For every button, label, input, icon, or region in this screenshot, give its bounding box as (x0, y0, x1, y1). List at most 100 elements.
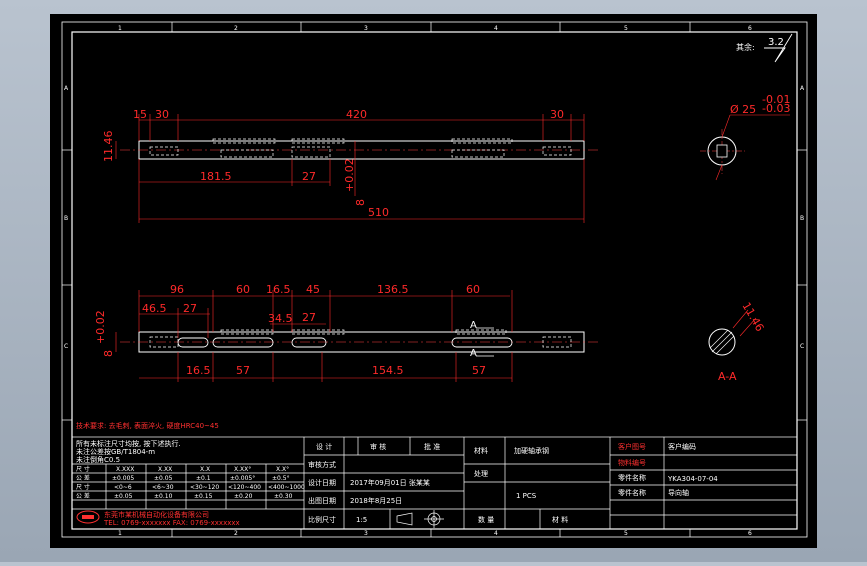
dim-bot-46-5: 46.5 (142, 302, 167, 315)
zone-col-5-top: 5 (624, 25, 628, 32)
dim-bot-27-left: 27 (183, 302, 197, 315)
right-label-1: 物料编号 (618, 458, 646, 467)
dim-top-30-left: 30 (155, 108, 169, 121)
part-number: YKA304-07-04 (667, 475, 718, 483)
scale-value: 1:5 (356, 516, 367, 524)
qty-material-label: 材 料 (552, 515, 568, 524)
dim-top-181-5: 181.5 (200, 170, 232, 183)
tol-r1-5: ±0.5° (272, 475, 290, 482)
cad-viewer: 1 2 3 4 5 6 1 2 3 4 5 6 A B C A B C 其余: … (0, 0, 867, 562)
tol-r1-3: ±0.1 (196, 475, 211, 482)
tol-r3-2: ±0.15 (194, 493, 213, 500)
tb-note-1: 所有未标注尺寸均按, 按下述执行. (76, 439, 181, 448)
qty-label: 数 量 (478, 515, 494, 524)
drawing-canvas: 1 2 3 4 5 6 1 2 3 4 5 6 A B C A B C 其余: … (50, 14, 817, 548)
section-mark-a-top: A (470, 320, 477, 331)
dim-top-420: 420 (346, 108, 367, 121)
dim-bot-16-5: 16.5 (186, 364, 211, 377)
tol-h-1: X.XXX (116, 466, 134, 473)
zone-col-6-top: 6 (748, 25, 752, 32)
material-label: 材料 (474, 446, 488, 455)
label-design-date: 设计日期 (308, 478, 336, 487)
sig-design: 设 计 (316, 442, 332, 451)
tol-r3-1: ±0.10 (154, 493, 173, 500)
zone-row-b-left: B (64, 215, 68, 222)
section-top-tol-lower: -0.03 (762, 102, 790, 115)
tol-r2-3: <120~400 (228, 484, 261, 491)
zone-row-c-left: C (64, 343, 68, 350)
tol-r3-3: ±0.20 (234, 493, 253, 500)
dim-bot-96: 96 (170, 283, 184, 296)
zone-col-4-top: 4 (494, 25, 498, 32)
right-label-0: 客户图号 (618, 442, 646, 451)
sig-review: 审 核 (370, 442, 386, 451)
tb-note-3: 未注倒角C0.5 (76, 455, 120, 464)
tol-r1-2: ±0.05 (154, 475, 173, 482)
tol-r2-0: <0~6 (114, 484, 132, 491)
section-top-diameter: Ø 25 (730, 103, 756, 116)
tol-r3-head: 公 差 (76, 492, 90, 500)
section-bottom-label: A-A (718, 370, 737, 383)
dim-bot-57-right: 57 (472, 364, 486, 377)
dim-top-tol: +0.02 (343, 158, 356, 192)
company-name: 东莞市某机械自动化设备有限公司 (104, 510, 209, 519)
dim-bot-60-right: 60 (466, 283, 480, 296)
tol-h-0: 尺 寸 (76, 465, 90, 473)
roughness-label: 其余: (736, 42, 755, 52)
dim-bot-45: 45 (306, 283, 320, 296)
dim-top-30-right: 30 (550, 108, 564, 121)
tol-r2-1: <6~30 (152, 484, 174, 491)
material-value: 加硬轴承钢 (514, 446, 549, 455)
dim-bot-136-5: 136.5 (377, 283, 409, 296)
zone-col-1-top: 1 (118, 25, 122, 32)
dim-top-510: 510 (368, 206, 389, 219)
zone-col-2-bottom: 2 (234, 530, 238, 537)
zone-row-c-right: C (800, 343, 804, 350)
tol-r3-0: ±0.05 (114, 493, 133, 500)
dim-bot-tol: +0.02 (94, 310, 107, 344)
tol-r1-1: ±0.005 (112, 475, 134, 482)
dim-bot-154-5: 154.5 (372, 364, 404, 377)
tol-r2-2: <30~120 (190, 484, 219, 491)
tol-r1-0: 公 差 (76, 474, 90, 482)
tb-note-2: 未注公差按GB/T1804-m (76, 447, 155, 456)
sig-approve: 批 准 (424, 442, 440, 451)
zone-col-3-top: 3 (364, 25, 368, 32)
label-print-date: 出图日期 (308, 496, 336, 505)
dim-bot-16-5-top: 16.5 (266, 283, 291, 296)
section-mark-a-bottom: A (470, 348, 477, 359)
design-date-value: 2017年09月01日 张某某 (350, 478, 430, 487)
tol-r3-4: ±0.30 (274, 493, 293, 500)
dim-bot-8: 8 (102, 350, 115, 357)
tol-r2-4: <400~1000 (268, 484, 305, 491)
right-value-0: 客户编码 (668, 442, 696, 451)
zone-col-3-bottom: 3 (364, 530, 368, 537)
tol-r2-head: 尺 寸 (76, 483, 90, 491)
tol-h-3: X.X (200, 466, 210, 473)
zone-col-6-bottom: 6 (748, 530, 752, 537)
zone-row-b-right: B (800, 215, 804, 222)
company-contact: TEL: 0769-xxxxxxx FAX: 0769-xxxxxxx (103, 519, 240, 527)
zone-col-4-bottom: 4 (494, 530, 498, 537)
zone-col-2-top: 2 (234, 25, 238, 32)
tech-note: 技术要求: 去毛刺, 表面淬火, 硬度HRC40~45 (76, 421, 219, 430)
zone-col-1-bottom: 1 (118, 530, 122, 537)
dim-top-left-11-46: 11.46 (102, 131, 115, 163)
qty-value: 1 PCS (516, 492, 537, 500)
zone-col-5-bottom: 5 (624, 530, 628, 537)
right-label-2: 零件名称 (618, 473, 646, 482)
dim-top-8: 8 (354, 199, 367, 206)
tol-h-4: X.XX° (234, 466, 251, 473)
right-label-3: 零件名称 (618, 488, 646, 497)
part-name: 导向轴 (668, 488, 689, 497)
dim-bot-34-5: 34.5 (268, 312, 293, 325)
dim-top-15: 15 (133, 108, 147, 121)
tol-r1-4: ±0.005° (230, 475, 255, 482)
dim-bot-27-inner: 27 (302, 311, 316, 324)
tol-h-5: X.X° (276, 466, 289, 473)
label-scale: 比例尺寸 (308, 515, 336, 524)
tol-h-2: X.XX (158, 466, 172, 473)
dim-bot-60-left: 60 (236, 283, 250, 296)
dim-bot-57-left: 57 (236, 364, 250, 377)
print-date-value: 2018年8月25日 (350, 496, 402, 505)
